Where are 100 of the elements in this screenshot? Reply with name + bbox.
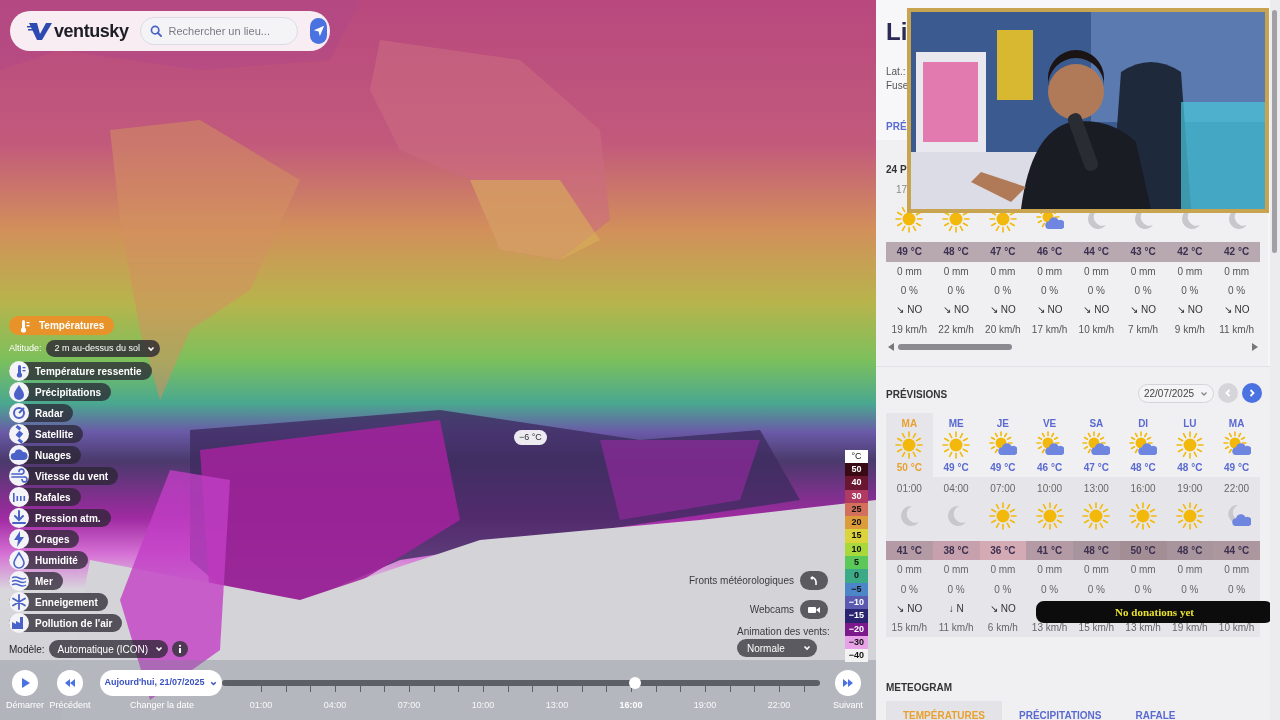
video-camera-icon bbox=[808, 604, 820, 615]
layer-button[interactable]: Humidité bbox=[9, 551, 88, 569]
day-tab[interactable]: VE 46 °C bbox=[1026, 413, 1073, 477]
chevron-down-icon bbox=[802, 643, 812, 653]
wind-direction-cell-text: ↘ NO bbox=[896, 602, 923, 616]
temperature-cell: 50 °C bbox=[1119, 541, 1167, 560]
search-field[interactable]: Rechercher un lieu... bbox=[140, 17, 299, 45]
wind-direction-cell-text: ↘ NO bbox=[1036, 303, 1063, 317]
wind-direction-cell-text: ↘ NO bbox=[1130, 303, 1156, 317]
temperature-cell-text: 46 °C bbox=[1037, 245, 1063, 259]
layer-button[interactable]: Satellite bbox=[9, 425, 84, 443]
date-button[interactable]: Aujourd'hui, 21/07/2025 bbox=[100, 670, 222, 696]
probability-cell-text: 0 % bbox=[994, 284, 1012, 298]
precipitation-cell-text: 0 mm bbox=[1130, 563, 1156, 577]
layer-button[interactable]: Température ressentie bbox=[9, 362, 152, 380]
altitude-select[interactable]: 2 m au-dessus du sol bbox=[45, 340, 161, 357]
download-icon bbox=[9, 508, 29, 528]
sun-icon bbox=[895, 431, 924, 459]
layer-button[interactable]: Enneigement bbox=[9, 593, 108, 611]
probability-cell-text: 0 % bbox=[1134, 284, 1152, 298]
layer-button[interactable]: Radar bbox=[9, 404, 74, 422]
layer-button[interactable]: Pollution de l'air bbox=[9, 614, 123, 632]
play-icon bbox=[19, 677, 31, 689]
sun-icon bbox=[1082, 501, 1111, 531]
legend-step: −15 bbox=[845, 609, 868, 623]
precipitation-cell-text: 0 mm bbox=[1224, 563, 1250, 577]
hour-label: 17 bbox=[896, 183, 908, 197]
probability-cell-text: 0 % bbox=[1087, 284, 1105, 298]
temperature-cell: 36 °C bbox=[979, 541, 1027, 560]
probability-cell-text: 0 % bbox=[900, 583, 918, 597]
precipitation-cell-text: 0 mm bbox=[1083, 563, 1109, 577]
locate-button[interactable] bbox=[310, 18, 327, 44]
lightning-icon bbox=[9, 529, 29, 549]
precipitation-cell-text: 0 mm bbox=[1224, 265, 1250, 279]
day-tab[interactable]: MA 49 °C bbox=[1213, 413, 1260, 477]
legend-step: 50 bbox=[845, 463, 868, 477]
layer-button[interactable]: Pression atm. bbox=[9, 509, 111, 527]
scroll-left-icon[interactable] bbox=[888, 343, 894, 351]
legend-step: 15 bbox=[845, 529, 868, 543]
timeline-track[interactable] bbox=[222, 677, 820, 692]
day-tab[interactable]: LU 48 °C bbox=[1166, 413, 1214, 477]
cloud-icon bbox=[9, 445, 29, 465]
layer-button[interactable]: Rafales bbox=[9, 488, 81, 506]
wind-speed-cell-text: 19 km/h bbox=[891, 323, 928, 337]
temperature-cell-text: 42 °C bbox=[1177, 245, 1203, 259]
day-tab[interactable]: JE 49 °C bbox=[979, 413, 1027, 477]
sun-icon bbox=[1129, 501, 1158, 531]
layer-button[interactable]: Précipitations bbox=[9, 383, 112, 401]
meteogram-tab[interactable]: RAFALE bbox=[1118, 701, 1193, 720]
scrollbar-thumb[interactable] bbox=[1272, 10, 1277, 253]
wind-direction-cell-text: ↘ NO bbox=[1083, 303, 1110, 317]
waves-icon bbox=[9, 571, 29, 591]
precipitation-cell-text: 0 mm bbox=[1177, 563, 1203, 577]
precipitation-cell-text: 0 mm bbox=[943, 563, 969, 577]
day-tab[interactable]: ME 49 °C bbox=[932, 413, 980, 477]
wind-direction-cell-text: ↘ NO bbox=[990, 303, 1016, 317]
meteogram-tab[interactable]: PRÉCIPITATIONS bbox=[1002, 701, 1119, 720]
webcams-label: Webcams bbox=[749, 603, 794, 617]
probability-cell-text: 0 % bbox=[1228, 583, 1246, 597]
sun-icon bbox=[895, 205, 924, 233]
layer-button[interactable]: Températures bbox=[9, 316, 115, 335]
scrollbar-thumb[interactable] bbox=[898, 344, 1012, 350]
wind-animation-select[interactable]: Normale bbox=[737, 639, 817, 657]
section-title: 24 P bbox=[886, 163, 907, 177]
layer-button[interactable]: Nuages bbox=[9, 446, 82, 464]
logo-icon bbox=[27, 20, 53, 42]
hour-label: 01:00 bbox=[896, 482, 922, 496]
chevron-right-icon bbox=[1247, 388, 1257, 398]
layer-button[interactable]: Orages bbox=[9, 530, 80, 548]
temperature-cell: 41 °C bbox=[886, 541, 933, 560]
legend-step: 5 bbox=[845, 556, 868, 570]
date-select[interactable]: 22/07/2025 bbox=[1138, 384, 1214, 403]
fronts-label: Fronts météorologiques bbox=[688, 574, 794, 588]
probability-cell-text: 0 % bbox=[1181, 284, 1199, 298]
fast-forward-icon bbox=[842, 677, 854, 689]
temperature-cell-text: 44 °C bbox=[1083, 245, 1109, 259]
info-icon[interactable] bbox=[172, 641, 189, 657]
legend-step: 0 bbox=[845, 569, 868, 583]
logo-text: ventusky bbox=[54, 19, 129, 43]
temperature-cell: 48 °C bbox=[1166, 541, 1214, 560]
wind-direction-cell-text: ↘ NO bbox=[1177, 303, 1203, 317]
forecast-tab[interactable]: PRÉ bbox=[886, 119, 907, 134]
wind-direction-cell-text: ↘ NO bbox=[896, 303, 923, 317]
wind-speed-cell-text: 15 km/h bbox=[1078, 621, 1115, 635]
wind-icon bbox=[9, 466, 29, 486]
temperature-cell-text: 43 °C bbox=[1130, 245, 1156, 259]
wind-speed-cell-text: 9 km/h bbox=[1174, 323, 1205, 337]
scroll-right-icon[interactable] bbox=[1252, 343, 1258, 351]
donation-banner: No donations yet bbox=[1036, 601, 1273, 623]
next-label: Suivant bbox=[832, 699, 864, 712]
hour-label: 07:00 bbox=[990, 482, 1016, 496]
day-tab[interactable]: SA 47 °C bbox=[1073, 413, 1120, 477]
precipitation-cell-text: 0 mm bbox=[1037, 563, 1063, 577]
layer-button[interactable]: Vitesse du vent bbox=[9, 467, 119, 485]
hour-label: 19:00 bbox=[1177, 482, 1203, 496]
next-day-button[interactable] bbox=[1242, 383, 1262, 403]
model-select[interactable]: Automatique (ICON) bbox=[48, 640, 169, 658]
probability-cell-text: 0 % bbox=[1228, 284, 1246, 298]
day-tab[interactable]: DI 48 °C bbox=[1119, 413, 1167, 477]
layer-button[interactable]: Mer bbox=[9, 572, 63, 590]
